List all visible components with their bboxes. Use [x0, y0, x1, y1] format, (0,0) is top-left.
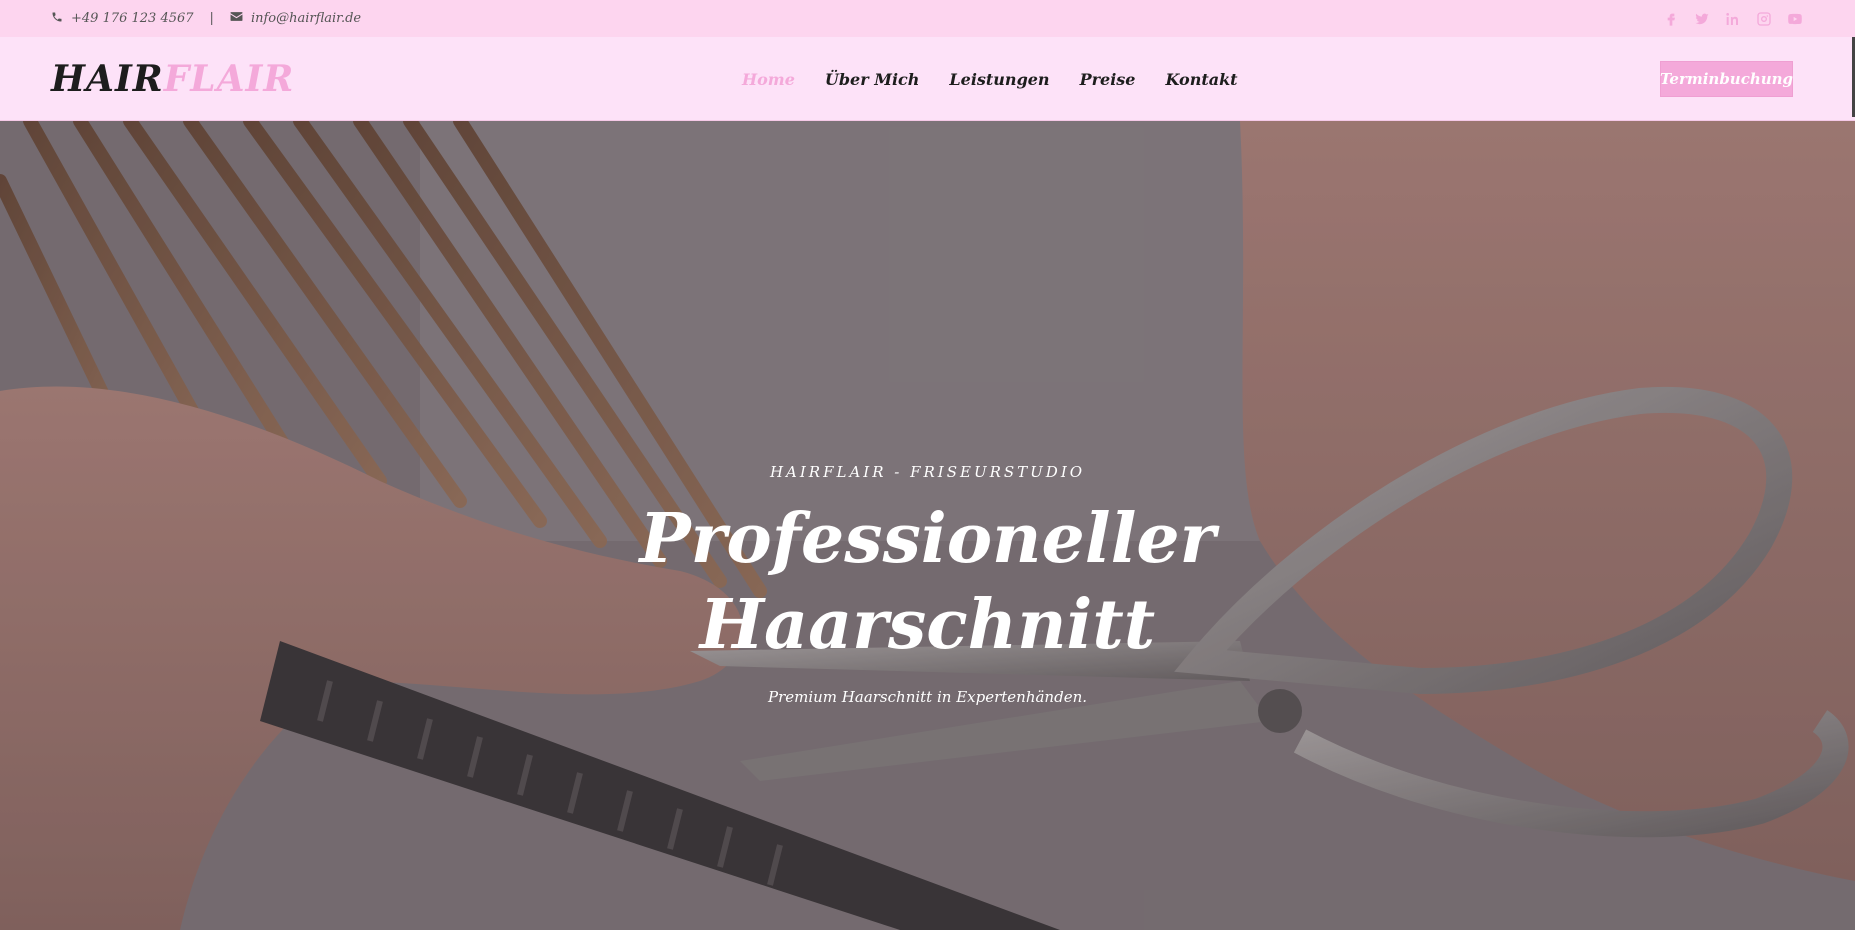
nav-ueber-mich[interactable]: Über Mich: [825, 70, 919, 89]
nav-leistungen[interactable]: Leistungen: [949, 70, 1049, 89]
phone-number: +49 176 123 4567: [71, 11, 194, 26]
hero-headline: Professioneller Haarschnitt: [0, 496, 1855, 668]
nav-kontakt[interactable]: Kontakt: [1165, 70, 1237, 89]
main-nav: Home Über Mich Leistungen Preise Kontakt: [742, 37, 1238, 121]
instagram-icon[interactable]: [1755, 10, 1772, 27]
nav-home[interactable]: Home: [742, 70, 795, 89]
youtube-icon[interactable]: [1786, 10, 1803, 27]
site-header: HAIRFLAIR Home Über Mich Leistungen Prei…: [0, 37, 1855, 121]
hero-headline-line1: Professioneller: [639, 499, 1216, 579]
logo-text-flair: FLAIR: [163, 57, 295, 100]
linkedin-icon[interactable]: [1724, 10, 1741, 27]
contact-separator: |: [209, 11, 214, 26]
hero-headline-line2: Haarschnitt: [699, 585, 1156, 665]
email-address: info@hairflair.de: [250, 11, 362, 26]
top-info-bar: +49 176 123 4567 | info@hairflair.de: [0, 0, 1855, 37]
hero-eyebrow: HAIRFLAIR - FRISEURSTUDIO: [769, 463, 1086, 481]
phone-contact[interactable]: +49 176 123 4567: [51, 11, 194, 27]
nav-preise[interactable]: Preise: [1080, 70, 1136, 89]
hero-section: HAIRFLAIR - FRISEURSTUDIO Professionelle…: [0, 121, 1855, 930]
phone-icon: [51, 11, 63, 27]
envelope-icon: [230, 11, 243, 26]
email-contact[interactable]: info@hairflair.de: [230, 11, 361, 26]
twitter-icon[interactable]: [1693, 10, 1710, 27]
contact-info: +49 176 123 4567 | info@hairflair.de: [51, 11, 361, 27]
hero-content: HAIRFLAIR - FRISEURSTUDIO Professionelle…: [0, 121, 1855, 930]
logo-text-hair: HAIR: [51, 57, 164, 100]
appointment-booking-button[interactable]: Terminbuchung: [1660, 61, 1793, 97]
social-links: [1662, 10, 1803, 27]
site-logo[interactable]: HAIRFLAIR: [51, 58, 294, 100]
facebook-icon[interactable]: [1662, 10, 1679, 27]
hero-tagline: Premium Haarschnitt in Expertenhänden.: [767, 688, 1087, 706]
